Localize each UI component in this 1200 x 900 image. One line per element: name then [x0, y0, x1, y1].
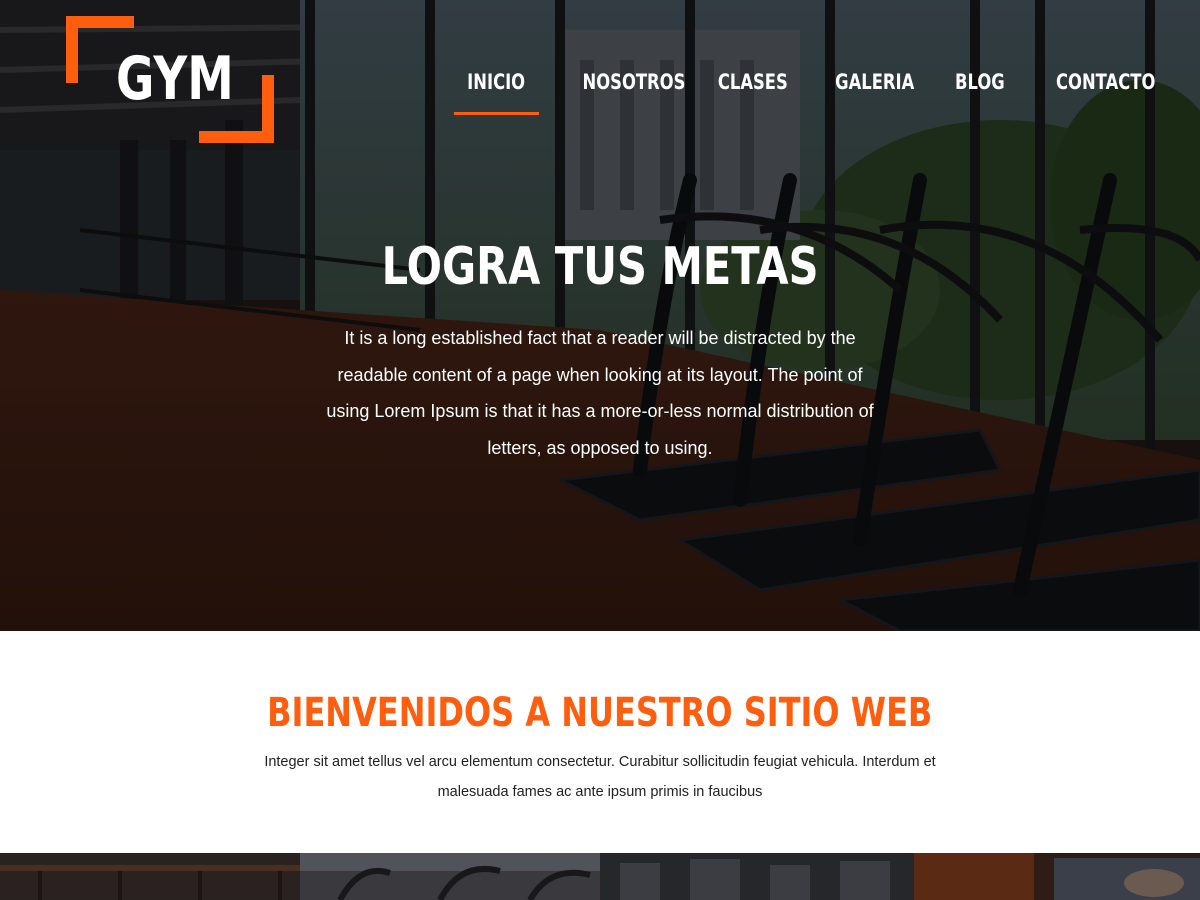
gallery-strip: [0, 853, 1200, 900]
nav-item-inicio[interactable]: INICIO: [454, 62, 539, 116]
gallery-image[interactable]: [600, 853, 914, 900]
welcome-section: BIENVENIDOS A NUESTRO SITIO WEB Integer …: [0, 631, 1200, 853]
nav-item-label: GALERIA: [835, 70, 915, 94]
hero-title-text: LOGRA TUS METAS: [381, 237, 819, 297]
logo-bracket-bottom-right-vertical: [262, 75, 274, 143]
nav-item-contacto[interactable]: CONTACTO: [1042, 62, 1155, 116]
nav-item-label: NOSOTROS: [582, 70, 686, 94]
gallery-image[interactable]: [0, 853, 300, 900]
nav-item-label: BLOG: [955, 70, 1005, 94]
gallery-image[interactable]: [300, 853, 600, 900]
welcome-title: BIENVENIDOS A NUESTRO SITIO WEB: [0, 689, 1200, 737]
gallery-image[interactable]: [914, 853, 1200, 900]
hero-description: It is a long established fact that a rea…: [326, 328, 874, 458]
welcome-text: Integer sit amet tellus vel arcu element…: [264, 754, 936, 800]
logo-text: GYM: [116, 44, 234, 114]
logo-bracket-top-left-vertical: [66, 16, 78, 83]
nav-item-galeria[interactable]: GALERIA: [824, 62, 914, 116]
gym-logo[interactable]: GYM: [66, 16, 274, 143]
nav-item-clases[interactable]: CLASES: [708, 62, 788, 116]
welcome-title-text: BIENVENIDOS A NUESTRO SITIO WEB: [267, 690, 933, 736]
hero-title: LOGRA TUS METAS: [0, 236, 1200, 298]
nav-item-label: INICIO: [467, 70, 526, 94]
nav-item-label: CLASES: [717, 70, 788, 94]
hero-section: GYM INICIO NOSOTROS CLASES GALERIA BLOG …: [0, 0, 1200, 631]
nav-item-label: CONTACTO: [1056, 70, 1156, 94]
nav-item-nosotros[interactable]: NOSOTROS: [568, 62, 686, 116]
nav-item-blog[interactable]: BLOG: [948, 62, 1005, 116]
